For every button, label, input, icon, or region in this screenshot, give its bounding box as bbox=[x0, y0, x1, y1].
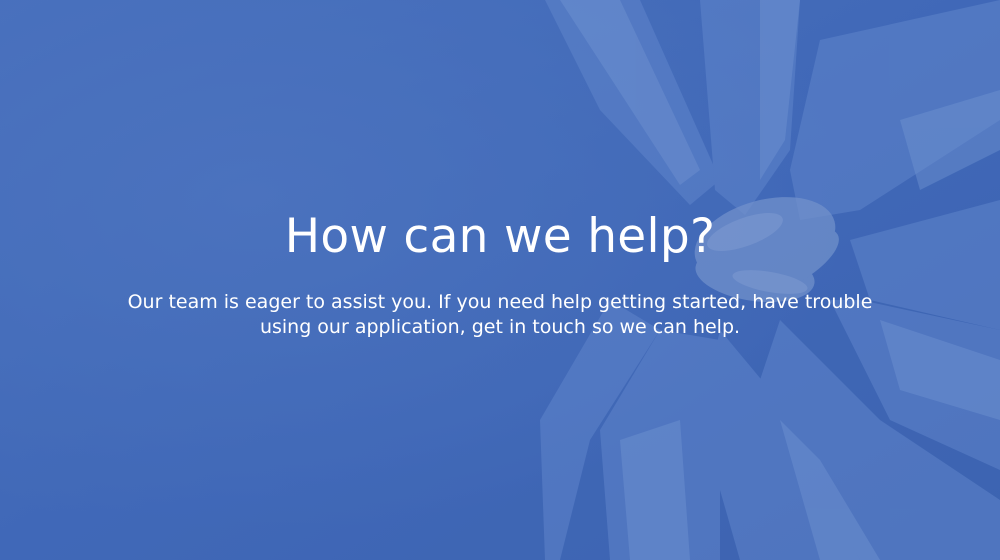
help-hero-banner: How can we help? Our team is eager to as… bbox=[0, 0, 1000, 560]
hero-content: How can we help? Our team is eager to as… bbox=[0, 0, 1000, 560]
hero-description: Our team is eager to assist you. If you … bbox=[127, 291, 873, 338]
page-title: How can we help? bbox=[284, 209, 716, 264]
